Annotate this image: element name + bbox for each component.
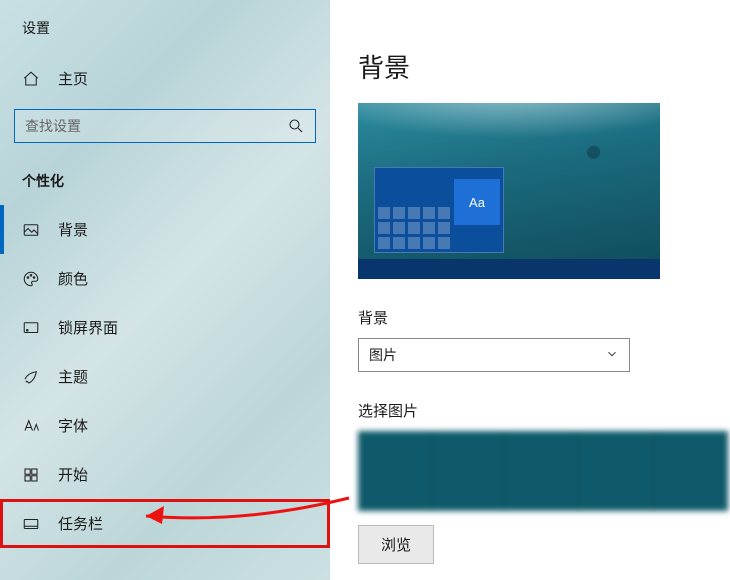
taskbar-icon — [22, 515, 40, 533]
home-icon — [22, 70, 40, 88]
theme-icon — [22, 368, 40, 386]
sidebar-item-label: 主题 — [58, 366, 88, 387]
sidebar-item-lockscreen[interactable]: 锁屏界面 — [0, 303, 330, 352]
background-type-select[interactable]: 图片 — [358, 338, 630, 372]
preview-start-panel — [374, 167, 504, 253]
palette-icon — [22, 270, 40, 288]
main-pane: 背景 Aa 背景 图片 选择图片 浏览 — [330, 0, 730, 580]
lockscreen-icon — [22, 319, 40, 337]
search-wrap — [0, 99, 330, 151]
preview-tiles — [378, 207, 450, 249]
sidebar: 设置 主页 个性化 背景 颜色 锁屏界面 — [0, 0, 330, 580]
sidebar-item-label: 锁屏界面 — [58, 317, 118, 338]
sidebar-item-themes[interactable]: 主题 — [0, 352, 330, 401]
font-icon — [22, 417, 40, 435]
start-icon — [22, 466, 40, 484]
sidebar-item-taskbar[interactable]: 任务栏 — [0, 499, 330, 548]
browse-button[interactable]: 浏览 — [358, 525, 434, 564]
sidebar-item-label: 开始 — [58, 464, 88, 485]
sidebar-item-label: 背景 — [58, 219, 88, 240]
sidebar-item-label: 字体 — [58, 415, 88, 436]
picture-icon — [22, 221, 40, 239]
home-link[interactable]: 主页 — [0, 58, 330, 99]
sidebar-item-label: 颜色 — [58, 268, 88, 289]
search-input[interactable] — [25, 118, 287, 134]
home-label: 主页 — [58, 68, 88, 89]
sidebar-item-start[interactable]: 开始 — [0, 450, 330, 499]
section-title: 个性化 — [0, 151, 330, 205]
background-field-label: 背景 — [358, 307, 730, 328]
sidebar-item-label: 任务栏 — [58, 513, 103, 534]
background-preview: Aa — [358, 103, 660, 279]
chevron-down-icon — [605, 347, 619, 364]
window-title: 设置 — [0, 18, 330, 58]
sidebar-item-background[interactable]: 背景 — [0, 205, 330, 254]
picture-thumbnails[interactable] — [358, 431, 728, 511]
sidebar-item-colors[interactable]: 颜色 — [0, 254, 330, 303]
preview-taskbar — [358, 259, 660, 279]
search-icon — [287, 117, 305, 135]
select-value: 图片 — [369, 345, 397, 365]
page-title: 背景 — [358, 48, 730, 85]
search-box[interactable] — [14, 109, 316, 143]
preview-accent-tile: Aa — [454, 179, 500, 225]
sidebar-item-fonts[interactable]: 字体 — [0, 401, 330, 450]
choose-picture-label: 选择图片 — [358, 400, 730, 421]
